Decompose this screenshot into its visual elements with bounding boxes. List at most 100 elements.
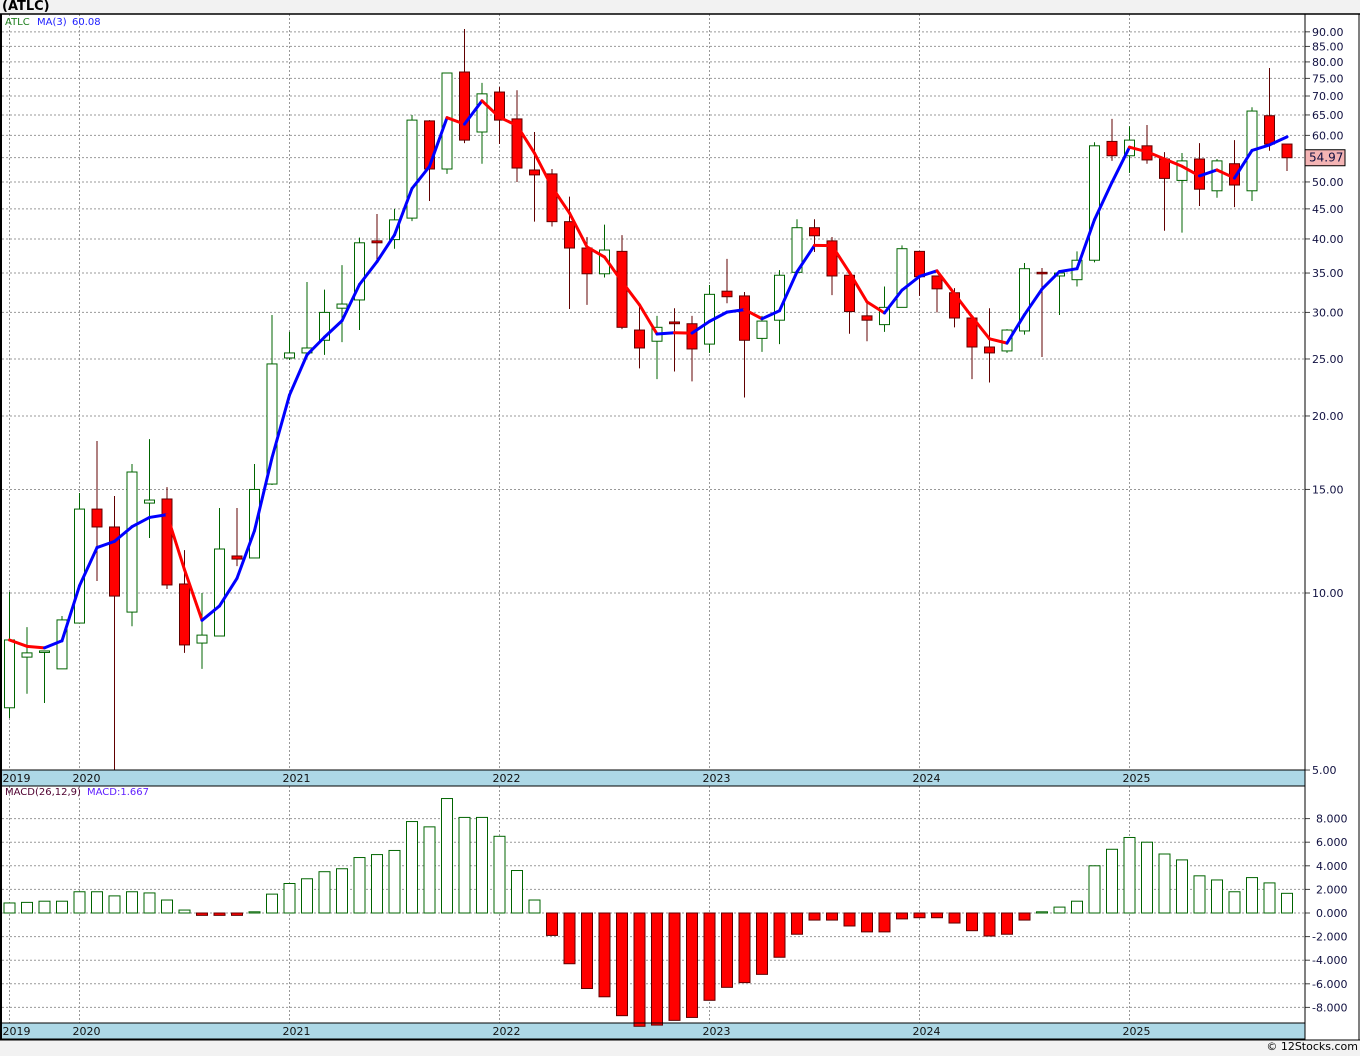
macd-bar-positive: [1176, 859, 1188, 914]
macd-tick-label: 2.000: [1316, 883, 1348, 896]
candle-up: [1019, 263, 1030, 335]
price-tick-label: 10.00: [1312, 587, 1344, 600]
legend-symbol: ATLC: [5, 17, 30, 28]
candle-body: [1264, 115, 1275, 145]
macd-bar-positive: [1193, 875, 1206, 914]
price-tick-label: 85.00: [1312, 40, 1344, 53]
macd-bar-negative: [633, 912, 646, 1027]
macd-bar-negative: [843, 912, 856, 927]
candle-up: [74, 493, 85, 624]
price-tick-label: 65.00: [1312, 109, 1344, 122]
candle-body: [424, 120, 435, 170]
macd-bar-negative: [931, 912, 943, 919]
price-tick-label: 25.00: [1312, 353, 1344, 366]
price-tick-label: 15.00: [1312, 483, 1344, 496]
x-tick-label: 2023: [703, 772, 731, 785]
macd-bar-positive: [143, 892, 156, 914]
price-tick-label: 75.00: [1312, 72, 1344, 85]
macd-bar-negative: [703, 912, 716, 1001]
candle-body: [896, 248, 908, 308]
macd-bar-positive: [1141, 841, 1153, 914]
x-tick-label: 2019: [3, 1025, 31, 1038]
candle-body: [616, 250, 628, 328]
candle-body: [914, 250, 925, 278]
macd-bar-positive: [91, 891, 103, 914]
macd-bar-negative: [966, 912, 978, 932]
macd-bar-positive: [336, 868, 348, 914]
x-tick-label: 2019: [3, 772, 31, 785]
candle-up: [126, 464, 138, 627]
price-tick-label: 20.00: [1312, 410, 1344, 423]
macd-bar-negative: [948, 912, 961, 924]
candle-body: [196, 634, 208, 644]
candle-body: [1281, 143, 1293, 159]
legend-ma-label: MA(3): [37, 17, 67, 28]
chart-background: [0, 14, 1360, 1040]
macd-bar-positive: [423, 826, 436, 914]
candle-up: [1089, 142, 1100, 263]
candle-body: [126, 471, 138, 613]
x-tick-label: 2024: [913, 772, 941, 785]
macd-bar-negative: [1001, 912, 1013, 935]
price-tick-label: 5.00: [1312, 764, 1337, 777]
candle-body: [144, 499, 155, 504]
x-tick-label: 2024: [913, 1025, 941, 1038]
macd-bar-negative: [773, 912, 786, 958]
candle-body: [756, 320, 768, 339]
macd-bar-positive: [1053, 906, 1066, 914]
candle-up: [896, 245, 908, 308]
macd-bar-positive: [21, 901, 33, 914]
macd-bar-positive: [108, 895, 121, 914]
candle-body: [39, 650, 50, 653]
x-tick-label: 2025: [1123, 772, 1151, 785]
candle-body: [91, 508, 103, 528]
macd-bar-positive: [1036, 911, 1048, 914]
macd-bar-positive: [1263, 882, 1276, 914]
macd-bar-positive: [248, 911, 261, 914]
macd-bar-negative: [563, 912, 576, 965]
x-tick-label: 2022: [493, 772, 521, 785]
candle-body: [669, 321, 680, 325]
macd-bar-positive: [388, 849, 401, 914]
candle-body: [1211, 160, 1223, 192]
macd-bar-negative: [598, 912, 611, 998]
candle-body: [1089, 145, 1100, 261]
x-tick-label: 2023: [703, 1025, 731, 1038]
candle-body: [1036, 271, 1048, 275]
macd-bar-positive: [1088, 865, 1101, 914]
x-tick-label: 2021: [283, 1025, 311, 1038]
macd-bar-negative: [651, 912, 663, 1026]
macd-bar-negative: [668, 912, 681, 1021]
price-tick-label: 45.00: [1312, 203, 1344, 216]
macd-bar-positive: [353, 857, 366, 914]
candle-body: [179, 583, 190, 646]
candle-body: [634, 329, 645, 349]
candle-body: [459, 71, 470, 141]
candle-body: [984, 346, 995, 354]
macd-bar-negative: [756, 912, 768, 975]
macd-tick-label: 6.000: [1316, 836, 1348, 849]
macd-bar-positive: [528, 899, 541, 914]
candle-up: [406, 114, 418, 222]
candle-body: [336, 303, 348, 309]
macd-bar-negative: [721, 912, 733, 988]
macd-tick-label: 8.000: [1316, 813, 1348, 826]
macd-bar-positive: [73, 891, 86, 914]
macd-bar-positive: [1246, 877, 1258, 914]
macd-tick-label: 0.000: [1316, 907, 1348, 920]
macd-bar-positive: [38, 900, 51, 914]
x-tick-label: 2021: [283, 772, 311, 785]
time-axis-band-top: [2, 770, 1305, 786]
macd-tick-label: -8.000: [1312, 1001, 1347, 1014]
candle-body: [529, 169, 540, 176]
macd-bar-negative: [738, 912, 751, 984]
candle-body: [739, 295, 750, 341]
macd-tick-label: -4.000: [1312, 954, 1347, 967]
candle-body: [1106, 140, 1118, 157]
macd-tick-label: 4.000: [1316, 860, 1348, 873]
candle-body: [161, 498, 173, 586]
candle-body: [406, 119, 418, 219]
macd-bar-negative: [616, 912, 628, 1017]
candle-body: [74, 508, 85, 624]
macd-tick-label: -6.000: [1312, 978, 1347, 991]
